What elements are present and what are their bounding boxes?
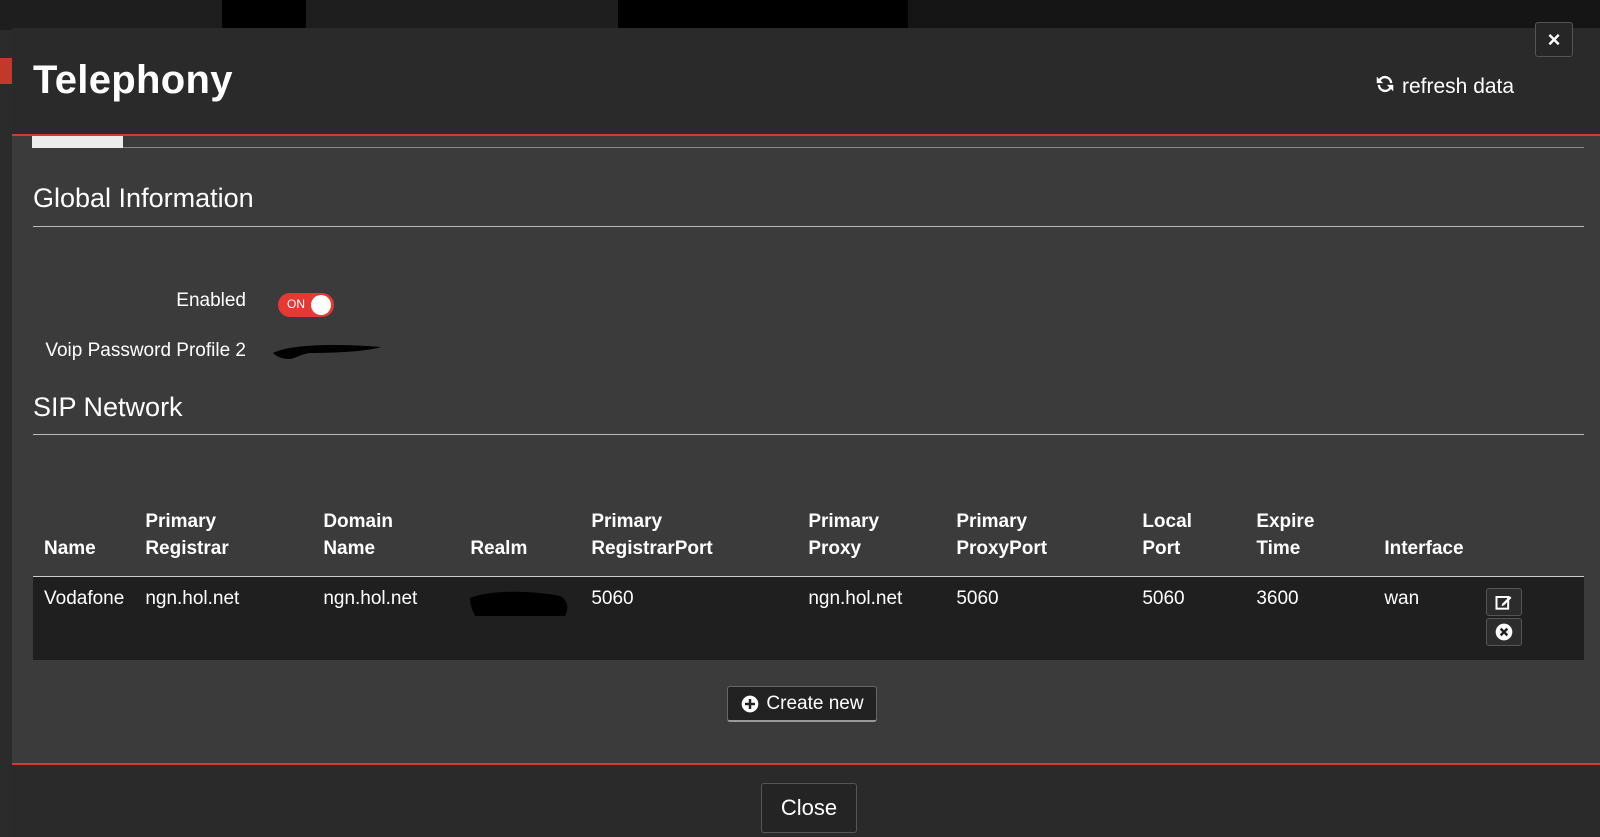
close-icon[interactable]: × (1535, 22, 1573, 57)
create-new-label: Create new (766, 692, 864, 714)
create-new-button[interactable]: Create new (727, 686, 877, 722)
table-header-row: Name Primary Registrar Domain Name Realm P… (33, 502, 1584, 577)
enabled-toggle[interactable]: ON (278, 293, 334, 317)
cell-domain-name: ngn.hol.net (312, 576, 460, 660)
toggle-state-text: ON (287, 297, 305, 311)
modal-footer: Close (12, 763, 1600, 837)
refresh-data-button[interactable]: refresh data (1374, 73, 1514, 101)
enabled-label: Enabled (176, 290, 246, 311)
column-header-actions (1475, 502, 1584, 577)
sip-network-table: Name Primary Registrar Domain Name Realm P… (33, 502, 1584, 660)
refresh-icon (1374, 73, 1396, 101)
modal-title: Telephony (33, 58, 233, 102)
sip-network-heading: SIP Network (33, 392, 183, 422)
cell-primary-registrar-port: 5060 (580, 576, 798, 660)
cell-primary-registrar: ngn.hol.net (134, 576, 313, 660)
cell-primary-proxy: ngn.hol.net (797, 576, 946, 660)
tab-active[interactable] (32, 136, 123, 148)
cell-interface: wan (1373, 576, 1476, 660)
column-header-primary-registrar-port: Primary RegistrarPort (580, 502, 798, 577)
column-header-local-port: Local Port (1131, 502, 1246, 577)
tab-bar (32, 136, 1584, 148)
column-header-primary-proxy-port: Primary ProxyPort (945, 502, 1132, 577)
section-divider (33, 226, 1584, 227)
edit-row-button[interactable] (1486, 588, 1523, 616)
column-header-interface: Interface (1373, 502, 1476, 577)
redacted-realm-value (470, 591, 568, 616)
edit-icon (1495, 596, 1512, 610)
column-header-primary-proxy: Primary Proxy (797, 502, 946, 577)
modal-header: Telephony refresh data (12, 28, 1600, 136)
cell-realm (459, 576, 581, 660)
column-header-name: Name (33, 502, 135, 577)
plus-circle-icon (742, 695, 759, 712)
global-information-heading: Global Information (33, 183, 254, 213)
section-divider (33, 434, 1584, 435)
voip-password-label: Voip Password Profile 2 (45, 340, 246, 361)
table-row: Vodafone ngn.hol.net ngn.hol.net 5060 ng… (33, 576, 1584, 660)
close-button[interactable]: Close (761, 783, 857, 833)
cell-expire-time: 3600 (1245, 576, 1374, 660)
cell-primary-proxy-port: 5060 (945, 576, 1132, 660)
toggle-knob (311, 295, 331, 315)
remove-circle-icon (1495, 623, 1513, 641)
delete-row-button[interactable] (1486, 618, 1523, 646)
refresh-label: refresh data (1402, 75, 1515, 98)
column-header-primary-registrar: Primary Registrar (134, 502, 313, 577)
column-header-expire-time: Expire Time (1245, 502, 1374, 577)
cell-actions (1475, 576, 1584, 660)
column-header-domain-name: Domain Name (312, 502, 460, 577)
telephony-modal: Telephony refresh data Global Informatio… (12, 28, 1600, 837)
cell-name: Vodafone (33, 576, 135, 660)
column-header-realm: Realm (459, 502, 581, 577)
redacted-password-value (273, 345, 381, 359)
cell-local-port: 5060 (1131, 576, 1246, 660)
